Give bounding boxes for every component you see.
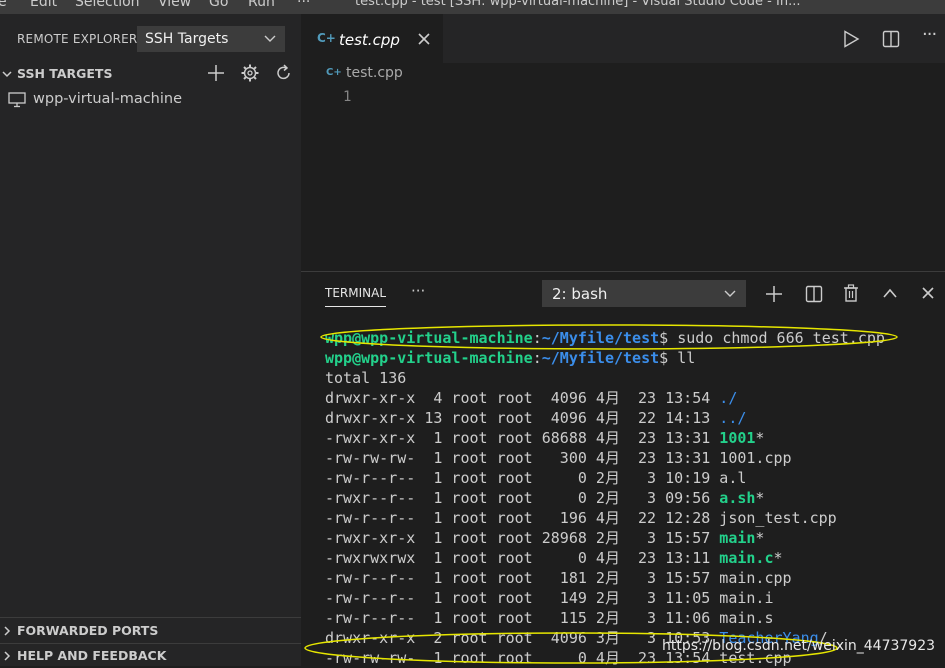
chevron-up-icon[interactable]	[882, 287, 898, 299]
file-meta: -rwxr-xr-x 1 root root 28968 2月 3 15:57	[325, 529, 720, 547]
file-meta: drwxr-xr-x 4 root root 4096 4月 23 13:54	[325, 389, 720, 407]
file-name: json_test.cpp	[719, 509, 837, 527]
menu-file[interactable]: e	[0, 0, 7, 10]
section-divider	[0, 617, 301, 618]
ssh-targets-select[interactable]: SSH Targets	[137, 26, 285, 52]
file-name: 1001	[719, 429, 756, 447]
menu-edit[interactable]: Edit	[30, 0, 57, 10]
file-name: main	[719, 529, 756, 547]
remote-explorer-sidebar: REMOTE EXPLORER SSH Targets SSH TARGETS …	[0, 14, 301, 666]
add-icon[interactable]	[207, 64, 225, 82]
file-name: ../	[719, 409, 747, 427]
menu-go[interactable]: Go	[209, 0, 228, 10]
chevron-right-icon[interactable]	[2, 651, 12, 661]
tab-terminal[interactable]: TERMINAL	[325, 286, 386, 300]
cpp-file-icon: C+	[326, 67, 342, 78]
terminal-line: -rwxr-xr-x 1 root root 68688 4月 23 13:31…	[325, 428, 885, 448]
editor-tab-bar: C+ test.cpp ···	[301, 14, 945, 63]
ssh-targets-section-title[interactable]: SSH TARGETS	[17, 66, 112, 81]
split-terminal-icon[interactable]	[805, 285, 823, 303]
run-icon[interactable]	[842, 30, 860, 48]
file-name: main.cpp	[719, 569, 792, 587]
terminal-line: -rw-r--r-- 1 root root 181 2月 3 15:57 ma…	[325, 568, 885, 588]
watermark: https://blog.csdn.net/weixin_44737923	[662, 638, 936, 654]
editor-tab-test-cpp[interactable]: C+ test.cpp	[301, 14, 443, 63]
ssh-targets-select-value: SSH Targets	[145, 31, 229, 47]
refresh-icon[interactable]	[275, 64, 293, 82]
terminal-line: total 136	[325, 368, 885, 388]
file-name: 1001.cpp	[719, 449, 792, 467]
close-panel-icon[interactable]	[921, 286, 935, 300]
maximize-icon[interactable]	[870, 0, 882, 4]
gear-icon[interactable]	[241, 64, 259, 82]
monitor-icon	[8, 92, 26, 108]
ssh-host-item[interactable]: wpp-virtual-machine	[33, 91, 182, 107]
file-meta: -rw-r--r-- 1 root root 0 2月 3 10:19	[325, 469, 720, 487]
breadcrumb[interactable]: test.cpp	[346, 65, 403, 81]
close-window-icon[interactable]	[918, 0, 930, 4]
terminal-line: -rw-r--r-- 1 root root 196 4月 22 12:28 j…	[325, 508, 885, 528]
file-meta: -rw-r--r-- 1 root root 181 2月 3 15:57	[325, 569, 720, 587]
panel-more-icon[interactable]: ···	[411, 282, 425, 300]
file-meta: -rwxr--r-- 1 root root 0 2月 3 09:56	[325, 489, 720, 507]
file-meta: -rw-r--r-- 1 root root 196 4月 22 12:28	[325, 509, 720, 527]
cpp-file-icon: C+	[317, 31, 336, 45]
window-title: test.cpp - test [SSH: wpp-virtual-machin…	[355, 0, 801, 9]
menu-selection[interactable]: Selection	[75, 0, 140, 10]
minimize-icon[interactable]	[820, 0, 832, 4]
chevron-right-icon[interactable]	[2, 626, 12, 636]
file-meta: -rw-r--r-- 1 root root 149 2月 3 11:05	[325, 589, 720, 607]
menu-more[interactable]: ···	[297, 0, 310, 10]
line-number: 1	[343, 89, 352, 105]
file-suffix: *	[773, 549, 783, 567]
more-actions-icon[interactable]: ···	[922, 24, 937, 45]
file-meta: -rwxr-xr-x 1 root root 68688 4月 23 13:31	[325, 429, 720, 447]
file-suffix: *	[755, 489, 765, 507]
terminal-panel: TERMINAL ··· 2: bash wpp@wpp-virtual-mac…	[301, 271, 945, 668]
forwarded-ports-section-title[interactable]: FORWARDED PORTS	[17, 623, 158, 638]
terminal-line: drwxr-xr-x 13 root root 4096 4月 22 14:13…	[325, 408, 885, 428]
trash-icon[interactable]	[843, 284, 859, 302]
chevron-down-icon	[264, 35, 276, 42]
file-name: a.l	[719, 469, 747, 487]
help-feedback-section-title[interactable]: HELP AND FEEDBACK	[17, 648, 166, 663]
terminal-line: -rw-r--r-- 1 root root 149 2月 3 11:05 ma…	[325, 588, 885, 608]
file-meta: drwxr-xr-x 13 root root 4096 4月 22 14:13	[325, 409, 720, 427]
terminal-select-value: 2: bash	[552, 285, 608, 303]
file-suffix: *	[755, 429, 765, 447]
terminal-text: total 136	[325, 369, 407, 387]
file-name: a.sh	[719, 489, 756, 507]
terminal-line: -rwxrwxrwx 1 root root 0 4月 23 13:11 mai…	[325, 548, 885, 568]
close-icon[interactable]	[417, 32, 431, 46]
file-meta: -rw-rw-rw- 1 root root 300 4月 23 13:31	[325, 449, 720, 467]
terminal-select[interactable]: 2: bash	[542, 280, 746, 307]
active-tab-indicator	[325, 306, 386, 307]
file-meta: -rwxrwxrwx 1 root root 0 4月 23 13:11	[325, 549, 720, 567]
editor-area[interactable]: C+ test.cpp 1	[301, 63, 945, 271]
menu-run[interactable]: Run	[248, 0, 275, 10]
file-name: ./	[719, 389, 738, 407]
chevron-down-icon[interactable]	[2, 69, 12, 79]
menu-view[interactable]: View	[158, 0, 191, 10]
file-name: main.c	[719, 549, 774, 567]
terminal-line: -rwxr-xr-x 1 root root 28968 2月 3 15:57 …	[325, 528, 885, 548]
chevron-down-icon	[724, 290, 736, 297]
terminal-line: -rwxr--r-- 1 root root 0 2月 3 09:56 a.sh…	[325, 488, 885, 508]
terminal-output[interactable]: wpp@wpp-virtual-machine:~/Myfile/test$ s…	[325, 328, 885, 668]
section-divider	[0, 643, 301, 644]
split-editor-icon[interactable]	[882, 30, 900, 48]
terminal-line: -rw-rw-rw- 1 root root 300 4月 23 13:31 1…	[325, 448, 885, 468]
sidebar-header: REMOTE EXPLORER	[17, 32, 138, 46]
annotation-ellipse	[320, 324, 898, 350]
terminal-line: -rw-r--r-- 1 root root 0 2月 3 10:19 a.l	[325, 468, 885, 488]
title-bar: e Edit Selection View Go Run ··· test.cp…	[0, 0, 945, 14]
file-name: main.i	[719, 589, 774, 607]
add-terminal-icon[interactable]	[765, 285, 783, 303]
file-suffix: *	[755, 529, 765, 547]
terminal-line: drwxr-xr-x 4 root root 4096 4月 23 13:54 …	[325, 388, 885, 408]
tab-label: test.cpp	[339, 31, 400, 49]
